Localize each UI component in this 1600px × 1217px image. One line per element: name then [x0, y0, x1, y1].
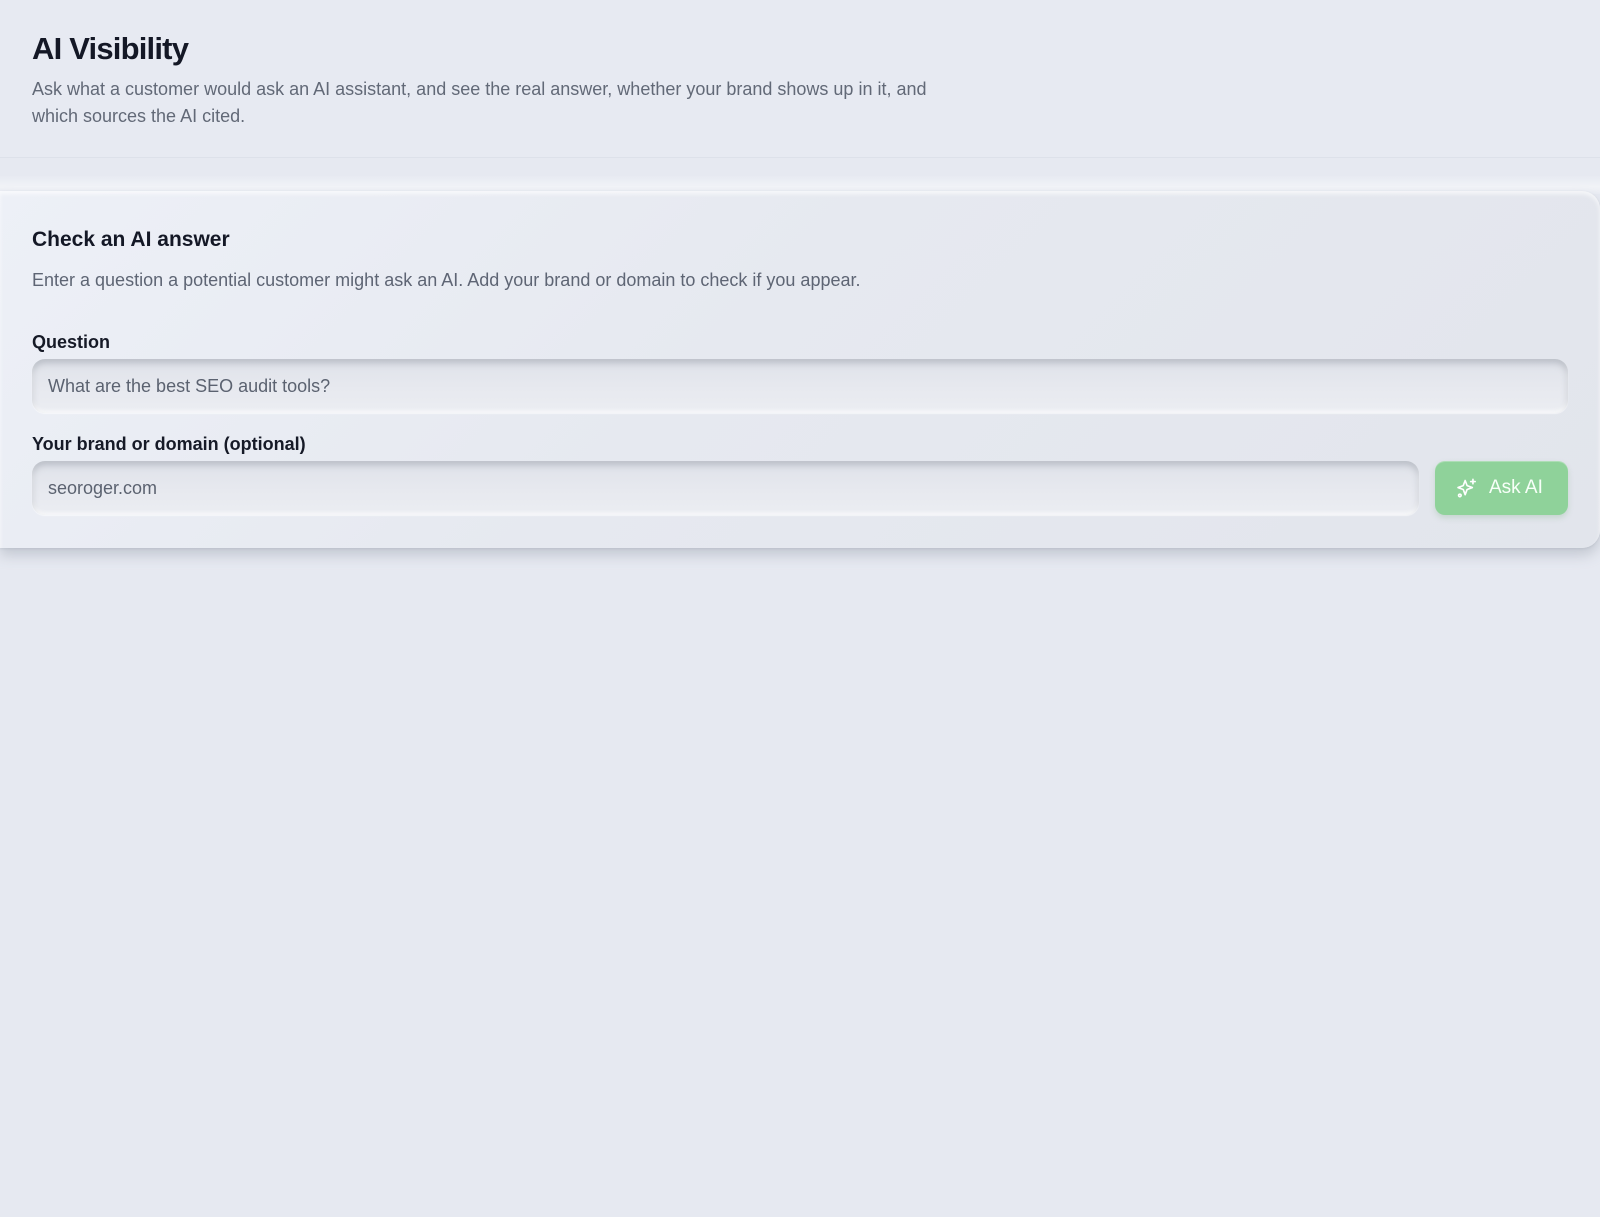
check-ai-answer-card: Check an AI answer Enter a question a po… — [0, 191, 1600, 548]
page-subtitle: Ask what a customer would ask an AI assi… — [32, 79, 927, 126]
ask-ai-button[interactable]: Ask AI — [1435, 461, 1568, 515]
brand-domain-input[interactable] — [32, 461, 1419, 515]
card-title: Check an AI answer — [32, 228, 230, 251]
brand-domain-input-wrapper — [32, 461, 1419, 515]
brand-domain-label: Your brand or domain (optional) — [32, 434, 306, 454]
sparkles-icon — [1456, 477, 1478, 499]
ask-ai-button-label: Ask AI — [1489, 477, 1543, 498]
card-description: Enter a question a potential customer mi… — [32, 270, 861, 290]
page-title: AI Visibility — [32, 31, 189, 66]
question-input[interactable] — [32, 359, 1568, 413]
question-input-wrapper — [32, 359, 1568, 413]
question-label: Question — [32, 332, 111, 352]
page-header: AI Visibility Ask what a customer would … — [0, 0, 1600, 158]
